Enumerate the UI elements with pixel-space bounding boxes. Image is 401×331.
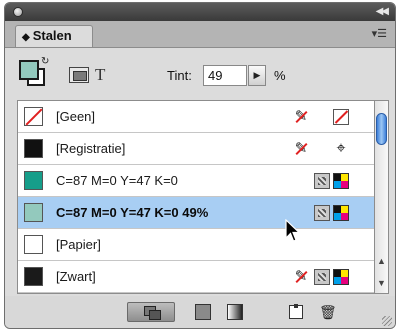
cmyk-mode-icon: [333, 269, 349, 285]
delete-swatch-icon[interactable]: 🗑: [319, 303, 337, 321]
scrollbar-thumb[interactable]: [376, 113, 387, 145]
swatch-row-zwart[interactable]: [Zwart] ✎: [18, 261, 374, 293]
show-gradient-swatches-button[interactable]: [227, 304, 243, 320]
new-swatch-button[interactable]: [289, 304, 303, 319]
swatch-name: C=87 M=0 Y=47 K=0 49%: [56, 205, 209, 220]
swatch-row-registratie[interactable]: [Registratie] ✎ ⌖: [18, 133, 374, 165]
process-color-icon: [314, 173, 330, 189]
swatch-row-geen[interactable]: [Geen] ✎: [18, 101, 374, 133]
swatch-name: [Registratie]: [56, 141, 126, 156]
swatch-name: [Papier]: [56, 237, 101, 252]
swatch-row-papier[interactable]: [Papier]: [18, 229, 374, 261]
noedit-icon: ✎: [293, 141, 309, 157]
registration-swatch-chip: [24, 139, 43, 158]
tab-row: ◆ Stalen ▾☰: [5, 21, 395, 48]
swatch-list: [Geen] ✎ [Registratie] ✎ ⌖ C=87 M=0 Y=47…: [17, 100, 375, 294]
scroll-down-arrow-icon[interactable]: ▼: [375, 273, 388, 293]
formatting-affects-container-icon[interactable]: [69, 67, 89, 83]
swatch-row-cmyk-tint[interactable]: C=87 M=0 Y=47 K=0 49%: [18, 197, 374, 229]
swatch-name: [Zwart]: [56, 269, 96, 284]
teal-tint-swatch-chip: [24, 203, 43, 222]
panel-bottom-bar: 🗑: [5, 296, 395, 328]
fill-swatch[interactable]: [19, 60, 39, 80]
process-color-icon: [314, 269, 330, 285]
swatches-panel: ◀◀ ◆Stalen ▾☰ ↻ T Tint: 49 ▶ % [Geen] ✎ …: [4, 2, 396, 329]
noedit-icon: ✎: [293, 269, 309, 285]
tint-slider-arrow-icon[interactable]: ▶: [248, 65, 266, 86]
show-color-swatches-button[interactable]: [195, 304, 211, 320]
process-color-icon: [314, 205, 330, 221]
scroll-up-arrow-icon[interactable]: ▲: [375, 251, 388, 271]
tint-input[interactable]: 49: [203, 65, 247, 86]
tint-label: Tint:: [167, 68, 192, 83]
none-swatch-chip: [24, 107, 43, 126]
tab-collapse-icon: ◆: [22, 32, 30, 43]
swatch-name: C=87 M=0 Y=47 K=0: [56, 173, 178, 188]
tab-stalen[interactable]: ◆ Stalen: [15, 25, 93, 47]
show-all-swatches-button[interactable]: [127, 302, 175, 322]
formatting-affects-text-icon[interactable]: T: [95, 65, 105, 85]
fill-stroke-widget[interactable]: ↻: [17, 56, 49, 90]
swatch-row-cmyk[interactable]: C=87 M=0 Y=47 K=0: [18, 165, 374, 197]
panel-menu-icon[interactable]: ▾☰: [372, 27, 387, 40]
registration-icon: ⌖: [336, 140, 346, 157]
black-swatch-chip: [24, 267, 43, 286]
swatch-toolbar: ↻ T Tint: 49 ▶ %: [5, 48, 395, 100]
tint-percent-label: %: [274, 68, 286, 83]
paper-swatch-chip: [24, 235, 43, 254]
cmyk-mode-icon: [333, 205, 349, 221]
stroke-none-icon: [333, 109, 349, 125]
collapse-icon[interactable]: ◀◀: [376, 5, 389, 19]
resize-grip-icon[interactable]: [382, 316, 392, 326]
teal-swatch-chip: [24, 171, 43, 190]
noedit-icon: ✎: [293, 109, 309, 125]
vertical-scrollbar[interactable]: ▲ ▼: [375, 100, 389, 294]
close-icon[interactable]: [13, 7, 23, 17]
swatch-name: [Geen]: [56, 109, 96, 124]
swap-fill-stroke-icon[interactable]: ↻: [41, 56, 49, 67]
tab-label: Stalen: [32, 28, 72, 43]
cmyk-mode-icon: [333, 173, 349, 189]
panel-titlebar[interactable]: ◀◀: [5, 3, 395, 21]
